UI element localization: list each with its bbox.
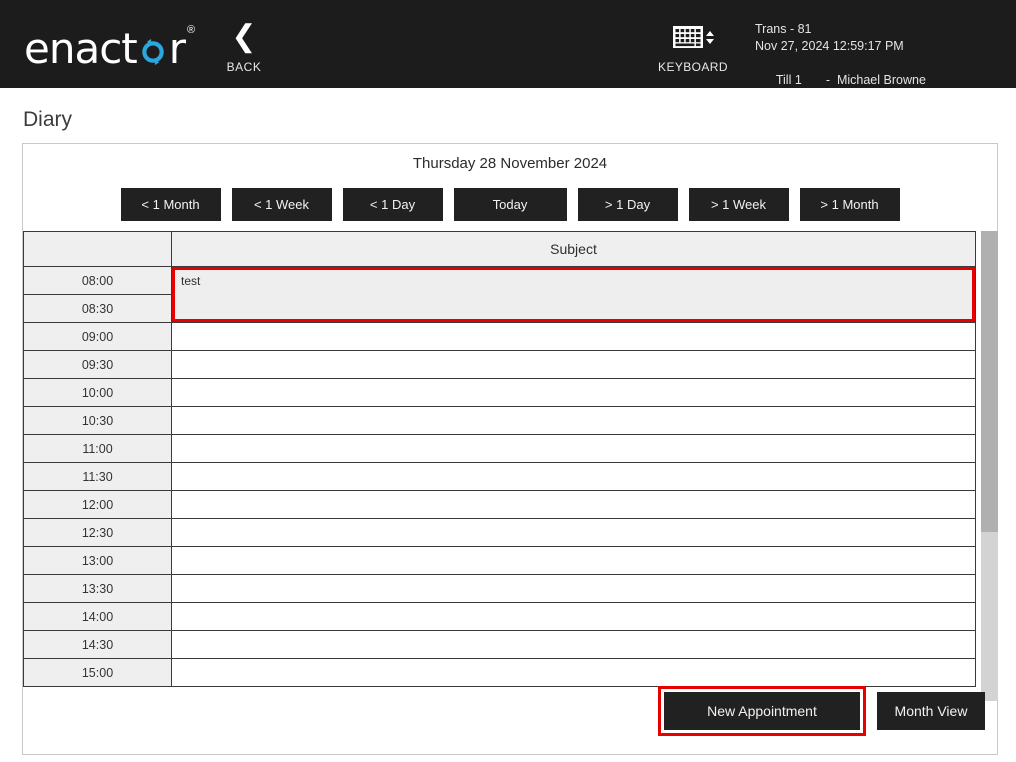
- page-title: Diary: [23, 108, 73, 131]
- top-bar: enact r ® ❮ BACK KEYBOARD Trans - 81 Nov…: [0, 0, 1016, 88]
- logo-text: enact r: [24, 24, 186, 73]
- session-info: Trans - 81 Nov 27, 2024 12:59:17 PM Till…: [755, 21, 926, 106]
- empty-slot-cell[interactable]: [171, 630, 976, 659]
- logo-text-part2: r: [168, 24, 186, 73]
- session-datetime: Nov 27, 2024 12:59:17 PM: [755, 39, 904, 53]
- time-slot-label: 10:30: [23, 406, 172, 435]
- diary-row: 10:30: [23, 406, 976, 435]
- diary-row: 14:30: [23, 630, 976, 659]
- chevron-left-icon: ❮: [231, 19, 257, 54]
- appointment-cell[interactable]: test: [171, 266, 976, 323]
- month-view-button[interactable]: Month View: [877, 692, 985, 730]
- keyboard-icon: [655, 22, 731, 52]
- empty-slot-cell[interactable]: [171, 658, 976, 687]
- empty-slot-cell[interactable]: [171, 602, 976, 631]
- column-header-subject: Subject: [171, 231, 976, 267]
- next-day-button[interactable]: > 1 Day: [577, 188, 678, 221]
- time-slot-label: 14:30: [23, 630, 172, 659]
- diary-navigation-buttons: < 1 Month < 1 Week < 1 Day Today > 1 Day > 1 …: [23, 188, 997, 221]
- time-slot-label: 08:30: [23, 294, 172, 323]
- circular-arrows-icon: [138, 37, 168, 67]
- empty-slot-cell[interactable]: [171, 350, 976, 379]
- back-button[interactable]: ❮ BACK: [222, 19, 266, 75]
- empty-slot-cell[interactable]: [171, 462, 976, 491]
- appointment-entry[interactable]: test: [172, 267, 975, 322]
- empty-slot-cell[interactable]: [171, 518, 976, 547]
- diary-row: 13:30: [23, 574, 976, 603]
- diary-row: 11:00: [23, 434, 976, 463]
- diary-row: 11:30: [23, 462, 976, 491]
- keyboard-button[interactable]: KEYBOARD: [655, 22, 731, 74]
- time-slot-label: 14:00: [23, 602, 172, 631]
- diary-row: 12:00: [23, 490, 976, 519]
- diary-row: 08:00 test: [23, 266, 976, 323]
- keyboard-updown-arrows-icon: [705, 30, 714, 44]
- today-button[interactable]: Today: [453, 188, 567, 221]
- time-slot-label: 15:00: [23, 658, 172, 687]
- diary-row: 12:30: [23, 518, 976, 547]
- new-appointment-selection-outline: New Appointment: [658, 686, 866, 736]
- diary-scrollbar-track[interactable]: [981, 231, 998, 701]
- prev-week-button[interactable]: < 1 Week: [231, 188, 332, 221]
- diary-panel: Thursday 28 November 2024 < 1 Month < 1 W…: [22, 143, 998, 755]
- diary-grid-wrapper: Subject 08:00 test 08:30 09:00 09:30 10:00 10:…: [23, 231, 998, 701]
- session-separator: -: [825, 73, 831, 87]
- time-slot-label: 09:00: [23, 322, 172, 351]
- empty-slot-cell[interactable]: [171, 322, 976, 351]
- diary-row: 14:00: [23, 602, 976, 631]
- diary-row: 13:00: [23, 546, 976, 575]
- diary-table: Subject 08:00 test 08:30 09:00 09:30 10:00 10:…: [23, 231, 976, 687]
- prev-month-button[interactable]: < 1 Month: [120, 188, 221, 221]
- time-slot-label: 12:30: [23, 518, 172, 547]
- diary-row: 10:00: [23, 378, 976, 407]
- logo-trademark: ®: [187, 24, 196, 36]
- diary-row: 15:00: [23, 658, 976, 687]
- keyboard-button-label: KEYBOARD: [658, 60, 728, 74]
- logo-text-part1: enact: [24, 24, 138, 73]
- next-month-button[interactable]: > 1 Month: [799, 188, 900, 221]
- back-button-label: BACK: [226, 60, 262, 74]
- prev-day-button[interactable]: < 1 Day: [342, 188, 443, 221]
- time-slot-label: 08:00: [23, 266, 172, 295]
- empty-slot-cell[interactable]: [171, 434, 976, 463]
- empty-slot-cell[interactable]: [171, 574, 976, 603]
- transaction-number: Trans - 81: [755, 22, 812, 36]
- diary-table-header-row: Subject: [23, 231, 976, 267]
- empty-slot-cell[interactable]: [171, 546, 976, 575]
- time-slot-label: 10:00: [23, 378, 172, 407]
- column-header-time: [23, 231, 172, 267]
- time-slot-label: 13:00: [23, 546, 172, 575]
- diary-date-heading: Thursday 28 November 2024: [412, 155, 608, 172]
- time-slot-label: 11:00: [23, 434, 172, 463]
- diary-row: 09:00: [23, 322, 976, 351]
- new-appointment-button[interactable]: New Appointment: [664, 692, 860, 730]
- time-slot-label: 13:30: [23, 574, 172, 603]
- diary-footer-buttons: New Appointment Month View: [658, 686, 985, 736]
- time-slot-label: 11:30: [23, 462, 172, 491]
- time-slot-label: 09:30: [23, 350, 172, 379]
- empty-slot-cell[interactable]: [171, 406, 976, 435]
- time-slot-label: 12:00: [23, 490, 172, 519]
- next-week-button[interactable]: > 1 Week: [688, 188, 789, 221]
- enactor-logo: enact r ®: [24, 24, 195, 70]
- empty-slot-cell[interactable]: [171, 490, 976, 519]
- operator-name: Michael Browne: [836, 73, 926, 87]
- empty-slot-cell[interactable]: [171, 378, 976, 407]
- diary-row: 09:30: [23, 350, 976, 379]
- diary-scrollbar-thumb[interactable]: [981, 231, 998, 532]
- diary-grid-scroll: Subject 08:00 test 08:30 09:00 09:30 10:00 10:…: [23, 231, 976, 701]
- till-number: Till 1: [775, 73, 802, 87]
